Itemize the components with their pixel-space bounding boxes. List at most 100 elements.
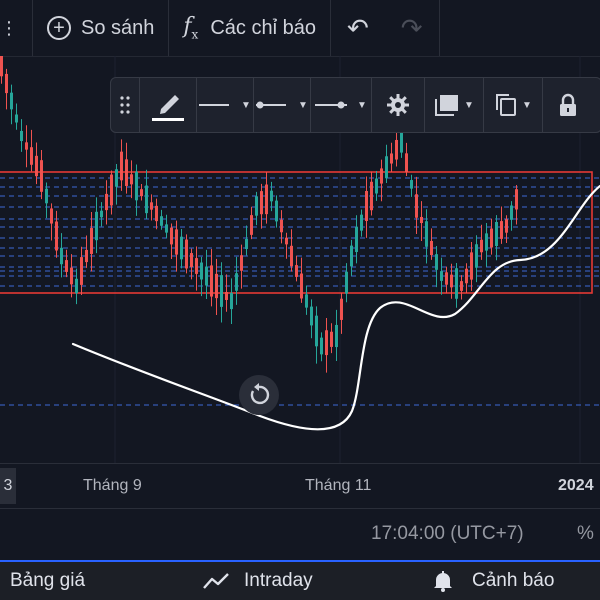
candle-body bbox=[460, 281, 463, 291]
line-style-button[interactable]: ▼ bbox=[197, 78, 253, 132]
compare-label: So sánh bbox=[81, 16, 155, 39]
candle-body bbox=[55, 221, 58, 251]
candle-body bbox=[490, 228, 493, 248]
time-label-year: 2024 bbox=[558, 477, 594, 494]
candle-body bbox=[200, 262, 203, 280]
candle-body bbox=[35, 155, 38, 177]
lock-button[interactable] bbox=[543, 78, 593, 132]
candle-body bbox=[405, 153, 408, 172]
candle-body bbox=[295, 265, 298, 277]
chevron-down-icon: ▼ bbox=[298, 99, 308, 111]
pencil-icon bbox=[152, 95, 184, 121]
candle-body bbox=[275, 200, 278, 222]
time-axis[interactable]: 3 Tháng 9 Tháng 11 2024 bbox=[0, 463, 600, 509]
candle-body bbox=[65, 260, 68, 272]
candle-body bbox=[190, 253, 193, 267]
clock-time: 17:04:00 (UTC+7) bbox=[371, 523, 524, 544]
line-end-style-button[interactable]: ▼ bbox=[254, 78, 310, 132]
candle-body bbox=[40, 160, 43, 192]
indicators-button[interactable]: fx Các chỉ báo bbox=[169, 0, 330, 56]
candle-body bbox=[20, 130, 23, 142]
nav-alerts[interactable]: Cảnh báo bbox=[432, 570, 554, 592]
trend-line-icon bbox=[203, 573, 229, 589]
copy-icon bbox=[496, 94, 517, 116]
time-axis-left-label: 3 bbox=[0, 468, 16, 504]
line-point-style-button[interactable]: ▼ bbox=[311, 78, 371, 132]
fill-button[interactable]: ▼ bbox=[425, 78, 483, 132]
candle-body bbox=[465, 268, 468, 284]
redo-icon: ↷ bbox=[400, 12, 423, 43]
candle-body bbox=[390, 153, 393, 164]
candle-body bbox=[440, 271, 443, 281]
candle-body bbox=[245, 238, 248, 250]
candle-body bbox=[95, 211, 98, 241]
chevron-down-icon: ▼ bbox=[522, 99, 532, 111]
candle-body bbox=[500, 221, 503, 239]
nav-intraday-label: Intraday bbox=[244, 570, 313, 591]
candle-body bbox=[340, 298, 343, 320]
candle-body bbox=[60, 247, 63, 265]
chevron-down-icon: ▼ bbox=[464, 99, 474, 111]
redo-button[interactable]: ↷ bbox=[385, 0, 439, 56]
compare-button[interactable]: + So sánh bbox=[33, 0, 168, 56]
drag-handle-icon[interactable] bbox=[111, 78, 139, 132]
status-bar: 17:04:00 (UTC+7) % bbox=[0, 508, 600, 561]
reset-chart-button[interactable] bbox=[239, 375, 279, 415]
candle-body bbox=[215, 273, 218, 299]
candle-body bbox=[195, 258, 198, 274]
candle-body bbox=[25, 142, 28, 150]
line-dot-end-icon bbox=[315, 101, 348, 109]
candle-body bbox=[435, 254, 438, 270]
candle-body bbox=[355, 226, 358, 252]
nav-intraday[interactable]: Intraday bbox=[202, 570, 313, 592]
nav-price-board[interactable]: Bảng giá bbox=[10, 570, 85, 592]
candle-body bbox=[130, 174, 133, 185]
candle-body bbox=[125, 159, 128, 186]
candle-body bbox=[385, 156, 388, 179]
top-toolbar: ⋮ + So sánh fx Các chỉ báo ↶ ↷ bbox=[0, 0, 600, 57]
candle-body bbox=[140, 189, 143, 197]
settings-button[interactable] bbox=[372, 78, 424, 132]
toolbar-divider bbox=[438, 0, 440, 56]
candle-body bbox=[250, 215, 253, 235]
time-label-november: Tháng 11 bbox=[305, 477, 372, 494]
line-dot-start-icon bbox=[256, 101, 287, 109]
candle-body bbox=[150, 202, 153, 210]
candle-body bbox=[265, 184, 268, 215]
candle-body bbox=[325, 330, 328, 356]
fill-square-icon bbox=[435, 95, 459, 116]
candle-body bbox=[85, 249, 88, 263]
candle-body bbox=[135, 171, 138, 201]
bell-icon bbox=[434, 571, 452, 592]
chevron-down-icon: ▼ bbox=[357, 99, 367, 111]
candle-body bbox=[225, 292, 228, 300]
candle-body bbox=[45, 188, 48, 204]
candle-body bbox=[330, 331, 333, 347]
plus-circle-icon: + bbox=[47, 16, 71, 40]
pencil-color-button[interactable] bbox=[140, 78, 196, 132]
candle-body bbox=[430, 240, 433, 256]
candle-body bbox=[495, 221, 498, 247]
nav-price-board-label: Bảng giá bbox=[10, 570, 86, 591]
candle-body bbox=[155, 205, 158, 222]
line-solid-icon bbox=[199, 104, 230, 106]
candle-body bbox=[365, 191, 368, 221]
candle-body bbox=[50, 208, 53, 224]
clone-button[interactable]: ▼ bbox=[484, 78, 542, 132]
candle-body bbox=[240, 255, 243, 271]
rotate-reset-icon bbox=[250, 383, 270, 405]
candle-body bbox=[165, 224, 168, 233]
percent-toggle[interactable]: % bbox=[577, 523, 594, 545]
candle-body bbox=[370, 181, 373, 211]
candle-body bbox=[175, 229, 178, 255]
candle-body bbox=[345, 271, 348, 294]
candle-body bbox=[205, 266, 208, 286]
candle-body bbox=[270, 190, 273, 202]
candle-body bbox=[350, 245, 353, 267]
undo-icon: ↶ bbox=[346, 12, 369, 43]
undo-button[interactable]: ↶ bbox=[331, 0, 385, 56]
fx-icon: fx bbox=[183, 14, 199, 42]
candle-body bbox=[395, 139, 398, 160]
candle-body bbox=[415, 194, 418, 218]
candle-body bbox=[185, 239, 188, 269]
